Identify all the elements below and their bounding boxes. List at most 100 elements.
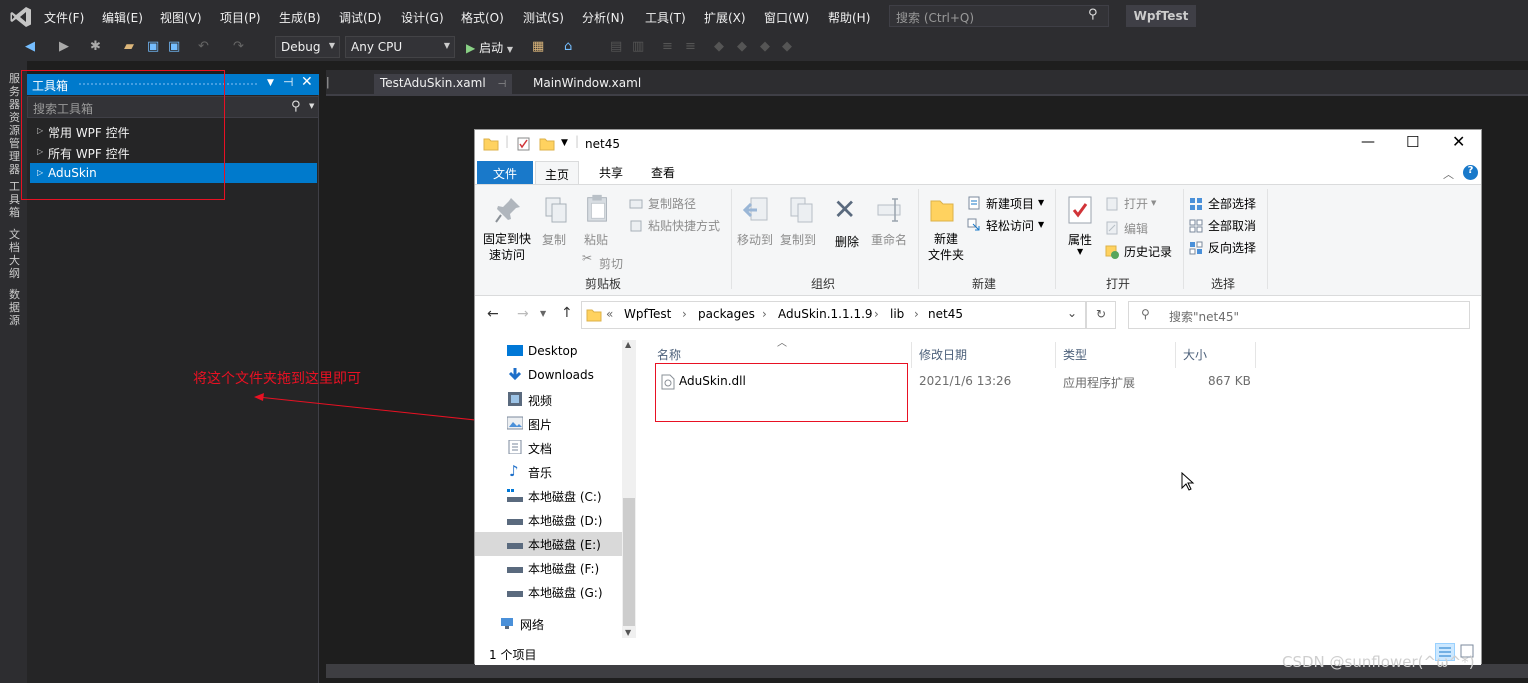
redo-icon[interactable]: ↷	[233, 39, 244, 54]
start-button[interactable]: ▶ 启动 ▼	[466, 39, 513, 56]
back-arrow-icon[interactable]: ←	[487, 306, 499, 322]
ribbon-tab-share[interactable]: 共享	[599, 164, 623, 181]
select-all-button[interactable]: 全部选择	[1208, 195, 1256, 212]
open-folder-icon[interactable]: ▰	[124, 39, 134, 54]
column-size[interactable]: 大小	[1183, 346, 1207, 363]
nav-music[interactable]: 音乐	[528, 464, 552, 481]
column-separator[interactable]	[1255, 342, 1256, 368]
folder-search-input[interactable]: ⚲ 搜索"net45"	[1128, 301, 1470, 329]
up-arrow-icon[interactable]: ↑	[561, 305, 573, 321]
undo-icon[interactable]: ↶	[198, 39, 209, 54]
menu-format[interactable]: 格式(O)	[461, 9, 504, 26]
bookmark-prev-icon[interactable]: ◆	[737, 39, 747, 54]
close-icon[interactable]: ✕	[1452, 132, 1465, 151]
format-icon-2[interactable]: ▥	[632, 39, 644, 54]
refresh-icon[interactable]: ↻	[1086, 301, 1116, 329]
help-icon[interactable]: ?	[1463, 165, 1478, 180]
cut-button[interactable]: 剪切	[599, 255, 623, 272]
open-button[interactable]: 打开	[1124, 195, 1148, 212]
column-separator[interactable]	[1175, 342, 1176, 368]
qat-dropdown-icon[interactable]: ▼	[561, 138, 568, 148]
nav-downloads[interactable]: Downloads	[528, 368, 594, 382]
new-folder-button[interactable]: 新建 文件夹	[928, 231, 964, 263]
move-to-button[interactable]: 移动到	[737, 231, 773, 248]
dropdown-icon[interactable]: ▼	[267, 78, 274, 88]
solution-explorer-icon[interactable]: ⌂	[564, 39, 572, 54]
forward-arrow-icon[interactable]: →	[517, 306, 529, 322]
new-folder-quick-icon[interactable]	[539, 137, 555, 151]
nav-drive-c[interactable]: 本地磁盘 (C:)	[528, 488, 602, 505]
ribbon-tab-file[interactable]: 文件	[477, 161, 533, 184]
copy-to-button[interactable]: 复制到	[780, 231, 816, 248]
new-item-button[interactable]: 新建项目	[986, 195, 1034, 212]
nav-drive-f[interactable]: 本地磁盘 (F:)	[528, 560, 599, 577]
nav-drive-e[interactable]: 本地磁盘 (E:)	[528, 536, 601, 553]
delete-button[interactable]: 删除	[835, 233, 859, 250]
config-select[interactable]: Debug ▼	[275, 36, 340, 58]
breadcrumb-wpftest[interactable]: WpfTest	[624, 307, 671, 321]
nav-drive-g[interactable]: 本地磁盘 (G:)	[528, 584, 603, 601]
maximize-icon[interactable]: ☐	[1406, 133, 1419, 151]
paste-shortcut-button[interactable]: 粘贴快捷方式	[648, 217, 720, 234]
menu-file[interactable]: 文件(F)	[44, 9, 84, 26]
column-type[interactable]: 类型	[1063, 346, 1087, 363]
nav-videos[interactable]: 视频	[528, 392, 552, 409]
format-icon[interactable]: ▤	[610, 39, 622, 54]
nav-documents[interactable]: 文档	[528, 440, 552, 457]
column-separator[interactable]	[911, 342, 912, 368]
ribbon-tab-home[interactable]: 主页	[535, 161, 579, 185]
invert-selection-button[interactable]: 反向选择	[1208, 239, 1256, 256]
close-icon[interactable]: ✕	[301, 74, 313, 90]
menu-build[interactable]: 生成(B)	[279, 9, 321, 26]
history-button[interactable]: 历史记录	[1124, 243, 1172, 260]
breadcrumb-overflow[interactable]: «	[606, 307, 613, 321]
menu-design[interactable]: 设计(G)	[401, 9, 444, 26]
bookmark-icon[interactable]: ◆	[714, 39, 724, 54]
breadcrumb-net45[interactable]: net45	[928, 307, 963, 321]
menu-view[interactable]: 视图(V)	[160, 9, 202, 26]
vs-search-input[interactable]: 搜索 (Ctrl+Q)	[889, 5, 1109, 27]
breadcrumb-aduskin[interactable]: AduSkin.1.1.1.9	[778, 307, 873, 321]
menu-extensions[interactable]: 扩展(X)	[704, 9, 746, 26]
recent-locations-icon[interactable]: ▼	[540, 309, 546, 318]
properties-check-icon[interactable]	[517, 137, 531, 151]
select-none-button[interactable]: 全部取消	[1208, 217, 1256, 234]
bookmark-clear-icon[interactable]: ◆	[782, 39, 792, 54]
bookmark-next-icon[interactable]: ◆	[760, 39, 770, 54]
save-icon[interactable]: ▣	[147, 39, 159, 54]
new-project-icon[interactable]: ✱	[90, 39, 101, 54]
collapse-ribbon-icon[interactable]: ︿	[1443, 166, 1454, 182]
vtab-data-sources[interactable]: 数据源	[9, 288, 23, 327]
column-date[interactable]: 修改日期	[919, 346, 967, 363]
nav-network[interactable]: 网络	[520, 616, 544, 633]
uncomment-icon[interactable]: ≡	[685, 39, 696, 54]
platform-select[interactable]: Any CPU ▼	[345, 36, 455, 58]
menu-analyze[interactable]: 分析(N)	[582, 9, 624, 26]
vtab-document-outline[interactable]: 文档大纲	[9, 228, 23, 280]
pin-quick-access-button[interactable]: 固定到快 速访问	[483, 231, 531, 263]
nav-pictures[interactable]: 图片	[528, 416, 552, 433]
copy-button[interactable]: 复制	[542, 231, 566, 248]
pin-icon[interactable]: ⊣	[497, 79, 506, 90]
menu-debug[interactable]: 调试(D)	[339, 9, 382, 26]
pin-icon[interactable]: ⊣	[283, 75, 293, 89]
browser-link-icon[interactable]: ▦	[532, 39, 544, 54]
paste-button[interactable]: 粘贴	[584, 231, 608, 248]
copy-path-button[interactable]: 复制路径	[648, 195, 696, 212]
search-icon[interactable]: ⚲	[291, 99, 301, 114]
scroll-down-icon[interactable]: ▼	[625, 628, 631, 637]
breadcrumb-lib[interactable]: lib	[890, 307, 904, 321]
nav-drive-d[interactable]: 本地磁盘 (D:)	[528, 512, 602, 529]
ribbon-tab-view[interactable]: 查看	[651, 164, 675, 181]
tab-testaduskin[interactable]: TestAduSkin.xaml ⊣	[374, 74, 513, 94]
chevron-down-icon[interactable]: ⌄	[1067, 306, 1077, 320]
edit-button[interactable]: 编辑	[1124, 220, 1148, 237]
scroll-up-icon[interactable]: ▲	[625, 340, 631, 349]
easy-access-button[interactable]: 轻松访问	[986, 217, 1034, 234]
column-name[interactable]: 名称	[657, 346, 681, 363]
menu-help[interactable]: 帮助(H)	[828, 9, 870, 26]
comment-icon[interactable]: ≡	[662, 39, 673, 54]
chevron-down-icon[interactable]: ▼	[309, 102, 314, 110]
tab-overflow-icon[interactable]: ǀ	[326, 75, 330, 89]
menu-project[interactable]: 项目(P)	[220, 9, 261, 26]
